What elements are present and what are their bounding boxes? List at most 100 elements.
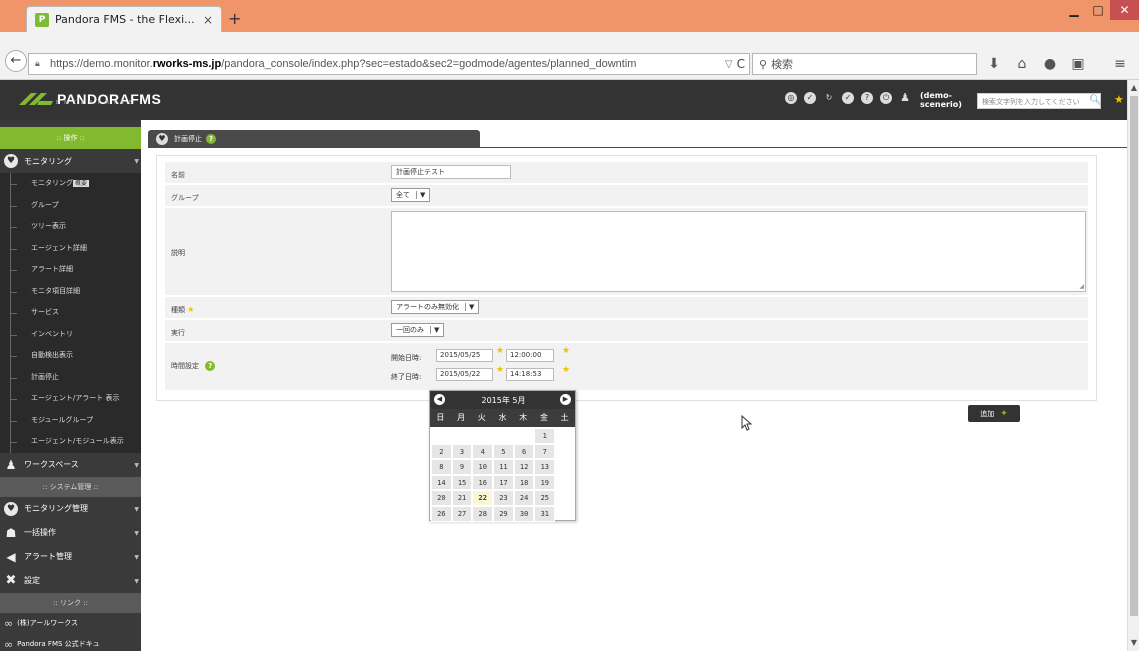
scroll-up-arrow-icon[interactable]: ▲ <box>1128 80 1139 96</box>
header-search-input[interactable]: 検索文字列を入力してください <box>977 93 1101 109</box>
day-cell[interactable]: 20 <box>431 490 452 506</box>
name-input[interactable]: 計画停止テスト <box>391 165 511 179</box>
day-cell[interactable]: 28 <box>472 505 494 522</box>
description-textarea[interactable]: ◢ <box>391 211 1086 292</box>
download-icon[interactable]: ⬇ <box>985 55 1003 73</box>
group-label: グループ <box>171 194 199 202</box>
sidebar-item-agent-module-view[interactable]: エージェント/モジュール表示 <box>10 431 141 453</box>
sidebar-link-rworks[interactable]: ∞ (株)アールワークス <box>0 613 141 634</box>
scroll-down-arrow-icon[interactable]: ▼ <box>1128 635 1139 651</box>
day-cell[interactable]: 30 <box>513 505 535 522</box>
day-cell[interactable]: 9 <box>451 459 473 475</box>
day-cell[interactable]: 7 <box>534 443 556 460</box>
sidebar-item-monitor-detail[interactable]: モニタ項目詳細 <box>10 280 141 302</box>
day-cell[interactable]: 2 <box>431 443 452 460</box>
day-cell[interactable]: 4 <box>472 443 494 460</box>
add-button[interactable]: 追加 ✦ <box>968 405 1020 422</box>
type-select[interactable]: アラートのみ無効化 ▼ <box>391 300 480 314</box>
lifebuoy-icon[interactable]: ◎ <box>785 92 797 104</box>
day-cell[interactable]: 25 <box>534 490 556 506</box>
check-icon[interactable]: ✓ <box>804 92 816 104</box>
sidebar-item-monitoring-admin[interactable]: ♥ モニタリング管理 ▼ <box>0 496 141 521</box>
day-cell[interactable]: 23 <box>493 490 514 506</box>
day-cell[interactable]: 6 <box>513 443 535 460</box>
day-cell[interactable]: 31 <box>534 505 556 522</box>
day-cell[interactable]: 27 <box>451 505 473 522</box>
next-month-icon[interactable]: ▶ <box>560 394 571 405</box>
home-icon[interactable]: ⌂ <box>1013 55 1031 73</box>
new-tab-button[interactable]: + <box>228 9 241 28</box>
window-close-button[interactable]: ✕ <box>1110 0 1139 20</box>
day-cell[interactable]: 19 <box>534 474 556 491</box>
sidebar-item-module-groups[interactable]: モジュールグループ <box>10 409 141 431</box>
sidebar-item-workspace[interactable]: ♟ ワークスペース ▼ <box>0 452 141 477</box>
day-cell[interactable]: 17 <box>493 474 514 491</box>
browser-tab[interactable]: P Pandora FMS - the Flexi... × <box>26 6 222 32</box>
day-cell[interactable]: 22 <box>472 490 494 506</box>
magnifier-icon[interactable]: 🔍︎ <box>1089 95 1102 106</box>
tab-title: Pandora FMS - the Flexi... <box>55 13 195 26</box>
sidebar-item-alert-detail[interactable]: アラート詳細 <box>10 259 141 281</box>
screenshot-icon[interactable]: ▣ <box>1069 55 1087 73</box>
end-date-input[interactable]: 2015/05/22 <box>436 368 493 381</box>
sidebar-item-groups[interactable]: グループ <box>10 194 141 216</box>
sidebar-item-planned-downtime[interactable]: 計画停止 <box>10 366 141 388</box>
day-cell[interactable]: 5 <box>493 443 514 460</box>
sidebar-item-alert-admin[interactable]: ◀ アラート管理 ▼ <box>0 544 141 569</box>
day-cell[interactable]: 26 <box>431 505 452 522</box>
resize-grip-icon[interactable]: ◢ <box>1079 283 1084 290</box>
reload-icon[interactable]: C <box>737 57 745 71</box>
vertical-scrollbar[interactable]: ▲ ▼ <box>1127 80 1139 651</box>
help-icon[interactable]: ? <box>205 361 216 371</box>
day-cell[interactable]: 8 <box>431 459 452 475</box>
window-minimize-button[interactable]: ▁ <box>1062 0 1086 20</box>
day-cell[interactable]: 3 <box>451 443 473 460</box>
sidebar-item-agent-alert-view[interactable]: エージェント/アラート 表示 <box>10 388 141 410</box>
sidebar-item-agent-detail[interactable]: エージェント詳細 <box>10 237 141 259</box>
sidebar-item-services[interactable]: サービス <box>10 302 141 324</box>
status-ok-icon[interactable]: ✓ <box>842 92 854 104</box>
url-bar[interactable]: 🔒︎ https://demo.monitor.rworks-ms.jp/pan… <box>28 53 750 75</box>
execution-select[interactable]: 一回のみ ▼ <box>391 323 445 337</box>
sidebar-link-pandora-docs[interactable]: ∞ Pandora FMS 公式ドキュ <box>0 634 141 651</box>
sidebar-item-autodiscovery[interactable]: 自動検出表示 <box>10 345 141 367</box>
user-icon[interactable]: ♟ <box>899 92 911 104</box>
day-cell[interactable]: 11 <box>493 459 514 475</box>
day-cell[interactable]: 24 <box>513 490 535 506</box>
day-cell[interactable]: 15 <box>451 474 473 491</box>
end-time-input[interactable]: 14:18:53 <box>506 368 554 381</box>
url-dropdown-icon[interactable]: ▽ <box>725 59 733 70</box>
group-select[interactable]: 全て ▼ <box>391 188 431 202</box>
refresh-icon[interactable]: ↻ <box>823 92 835 104</box>
window-maximize-button[interactable]: □ <box>1086 0 1110 20</box>
day-cell[interactable]: 12 <box>513 459 535 475</box>
sidebar-item-monitoring[interactable]: ♥ モニタリング ▼ <box>0 149 141 173</box>
info-icon[interactable]: ? <box>861 92 873 104</box>
scroll-thumb[interactable] <box>1130 96 1138 616</box>
star-icon[interactable]: ★ <box>1114 93 1124 106</box>
back-arrow-icon[interactable]: ← <box>5 50 27 72</box>
day-cell[interactable]: 18 <box>513 474 535 491</box>
day-cell[interactable]: 1 <box>534 428 556 444</box>
start-date-input[interactable]: 2015/05/25 <box>436 349 493 362</box>
browser-search-input[interactable]: ⚲ 検索 <box>752 53 977 75</box>
sidebar-item-bulk-ops[interactable]: ☗ 一括操作 ▼ <box>0 520 141 545</box>
help-icon[interactable]: ? <box>206 134 216 144</box>
menu-icon[interactable]: ≡ <box>1111 55 1129 73</box>
day-cell[interactable]: 29 <box>493 505 514 522</box>
user-name[interactable]: (demo- scenerio) <box>920 91 962 109</box>
pandora-logo[interactable]: PANDORAFMS <box>17 89 161 109</box>
sidebar-item-tree-view[interactable]: ツリー表示 <box>10 216 141 238</box>
day-cell[interactable]: 16 <box>472 474 494 491</box>
chat-icon[interactable]: ● <box>1041 55 1059 73</box>
sidebar-item-monitoring-overview[interactable]: モニタリング 概要 <box>10 173 141 195</box>
day-cell[interactable]: 10 <box>472 459 494 475</box>
day-cell[interactable]: 14 <box>431 474 452 491</box>
day-cell[interactable]: 21 <box>451 490 473 506</box>
start-time-input[interactable]: 12:00:00 <box>506 349 554 362</box>
sidebar-item-inventory[interactable]: インベントリ <box>10 323 141 345</box>
power-icon[interactable]: ⏻ <box>880 92 892 104</box>
tab-close-icon[interactable]: × <box>203 13 213 27</box>
sidebar-item-settings[interactable]: ✖ 設定 ▼ <box>0 568 141 593</box>
day-cell[interactable]: 13 <box>534 459 556 475</box>
